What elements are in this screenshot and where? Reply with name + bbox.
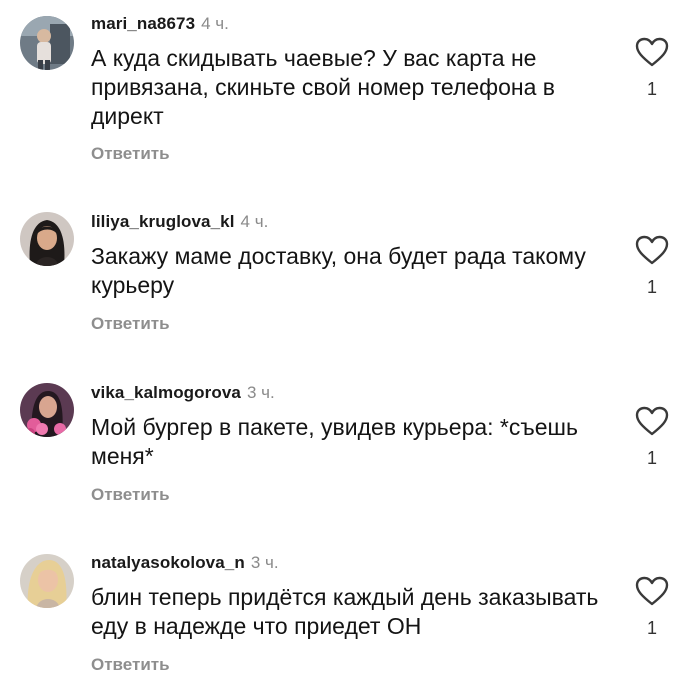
reply-button[interactable]: Ответить [91,655,170,675]
heart-outline-icon[interactable] [634,234,670,266]
like-count: 1 [646,448,657,468]
heart-outline-icon[interactable] [634,405,670,437]
timestamp: 4 ч. [201,14,229,33]
username-link[interactable]: mari_na8673 [91,14,195,33]
timestamp: 3 ч. [250,553,279,572]
like-count: 1 [646,618,657,638]
heart-outline-icon[interactable] [634,36,670,68]
username-link[interactable]: liliya_kruglova_kl [91,212,235,231]
comment-meta: vika_kalmogorova 3 ч. [91,383,275,403]
avatar[interactable] [20,212,74,266]
timestamp: 3 ч. [246,383,275,402]
comment-meta: liliya_kruglova_kl 4 ч. [91,212,268,232]
avatar[interactable] [20,554,74,608]
username-link[interactable]: natalyasokolova_n [91,553,245,572]
comment-text: Мой бургер в пакете, увидев курьера: *съ… [91,414,578,469]
like-count: 1 [646,277,657,297]
comment-meta: natalyasokolova_n 3 ч. [91,553,279,573]
like-count: 1 [646,79,657,99]
comment-meta: mari_na8673 4 ч. [91,14,229,34]
reply-button[interactable]: Ответить [91,314,170,334]
avatar[interactable] [20,383,74,437]
timestamp: 4 ч. [240,212,269,231]
reply-button[interactable]: Ответить [91,485,170,505]
comment-text: блин теперь придётся каждый день заказыв… [91,584,599,639]
heart-outline-icon[interactable] [634,575,670,607]
reply-button[interactable]: Ответить [91,144,170,164]
username-link[interactable]: vika_kalmogorova [91,383,241,402]
comment-text: А куда скидывать чаевые? У вас карта не … [91,45,555,129]
comment-text: Закажу маме доставку, она будет рада так… [91,243,586,298]
avatar[interactable] [20,16,74,70]
